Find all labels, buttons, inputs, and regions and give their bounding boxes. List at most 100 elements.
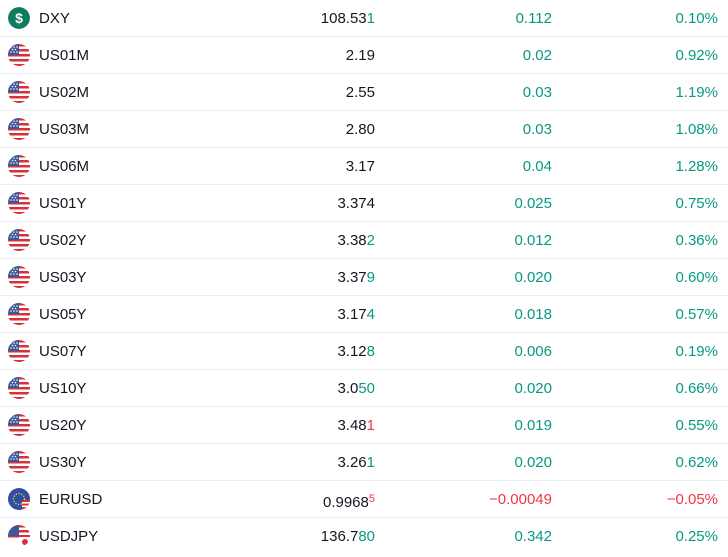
price-main: 3.48 bbox=[337, 417, 367, 434]
price-main: 3.37 bbox=[337, 269, 367, 286]
price-main: 3.26 bbox=[337, 454, 367, 471]
table-row[interactable]: US02Y 3.382 0.012 0.36% bbox=[0, 222, 728, 259]
last-price: 2.55 bbox=[346, 74, 375, 111]
us-flag-icon bbox=[8, 118, 30, 140]
symbol-label[interactable]: USDJPY bbox=[39, 518, 98, 555]
last-price: 3.374 bbox=[337, 185, 375, 222]
last-price: 3.481 bbox=[337, 407, 375, 444]
price-main: 136.7 bbox=[320, 528, 359, 545]
table-row[interactable]: US30Y 3.261 0.020 0.62% bbox=[0, 444, 728, 481]
change-percent: 1.08% bbox=[675, 121, 718, 138]
last-price: 108.531 bbox=[321, 0, 375, 37]
us-flag-icon bbox=[8, 303, 30, 325]
last-price: 2.80 bbox=[346, 111, 375, 148]
change-value: 0.342 bbox=[514, 528, 552, 545]
us-flag-icon bbox=[8, 377, 30, 399]
table-row[interactable]: USDJPY 136.780 0.342 0.25% bbox=[0, 518, 728, 555]
last-price: 2.19 bbox=[346, 37, 375, 74]
symbol-label[interactable]: US01Y bbox=[39, 185, 87, 222]
symbol-label[interactable]: US02M bbox=[39, 74, 89, 111]
last-price: 3.174 bbox=[337, 296, 375, 333]
dollar-icon: $ bbox=[8, 7, 30, 29]
price-tick-digit: 50 bbox=[358, 380, 375, 397]
symbol-label[interactable]: US03M bbox=[39, 111, 89, 148]
change-percent: 0.60% bbox=[675, 269, 718, 286]
us-flag-icon bbox=[8, 414, 30, 436]
symbol-label[interactable]: DXY bbox=[39, 0, 70, 37]
last-price: 3.382 bbox=[337, 222, 375, 259]
price-tick-digit: 80 bbox=[358, 528, 375, 545]
change-value: 0.006 bbox=[514, 343, 552, 360]
symbol-label[interactable]: US03Y bbox=[39, 259, 87, 296]
table-row[interactable]: US10Y 3.050 0.020 0.66% bbox=[0, 370, 728, 407]
price-main: 2.80 bbox=[345, 121, 375, 138]
us-flag-icon bbox=[8, 44, 30, 66]
change-percent: 0.57% bbox=[675, 306, 718, 323]
price-main: 3.374 bbox=[337, 195, 375, 212]
us-flag-icon bbox=[8, 451, 30, 473]
watchlist-table: $ DXY 108.531 0.112 0.10% US01M 2.19 0.02 0.92% U… bbox=[0, 0, 728, 557]
price-tick-digit: 8 bbox=[366, 343, 375, 360]
price-tick-digit: 4 bbox=[366, 306, 375, 323]
price-main: 3.0 bbox=[337, 380, 359, 397]
change-value: 0.025 bbox=[514, 195, 552, 212]
table-row[interactable]: US06M 3.17 0.04 1.28% bbox=[0, 148, 728, 185]
last-price: 0.99685 bbox=[323, 481, 375, 521]
change-percent: 0.19% bbox=[675, 343, 718, 360]
table-row[interactable]: $ DXY 108.531 0.112 0.10% bbox=[0, 0, 728, 37]
change-value: 0.020 bbox=[514, 269, 552, 286]
svg-text:$: $ bbox=[15, 10, 23, 26]
change-percent: 1.19% bbox=[675, 84, 718, 101]
table-row[interactable]: US02M 2.55 0.03 1.19% bbox=[0, 74, 728, 111]
table-row[interactable]: EURUSD 0.99685 −0.00049 −0.05% bbox=[0, 481, 728, 518]
price-main: 2.55 bbox=[345, 84, 375, 101]
change-value: 0.020 bbox=[514, 454, 552, 471]
symbol-label[interactable]: US06M bbox=[39, 148, 89, 185]
last-price: 3.050 bbox=[337, 370, 375, 407]
change-value: 0.02 bbox=[522, 47, 552, 64]
change-percent: 0.25% bbox=[675, 528, 718, 545]
change-percent: 0.36% bbox=[675, 232, 718, 249]
last-price: 136.780 bbox=[321, 518, 375, 555]
table-row[interactable]: US03Y 3.379 0.020 0.60% bbox=[0, 259, 728, 296]
last-price: 3.17 bbox=[346, 148, 375, 185]
symbol-label[interactable]: US20Y bbox=[39, 407, 87, 444]
table-row[interactable]: US03M 2.80 0.03 1.08% bbox=[0, 111, 728, 148]
eu-us-flag-icon bbox=[8, 488, 30, 510]
us-flag-icon bbox=[8, 192, 30, 214]
change-percent: 0.92% bbox=[675, 47, 718, 64]
price-main: 0.9968 bbox=[322, 494, 369, 511]
change-value: 0.018 bbox=[514, 306, 552, 323]
price-tick-digit: 1 bbox=[366, 10, 375, 27]
symbol-label[interactable]: US30Y bbox=[39, 444, 87, 481]
price-tick-digit: 2 bbox=[366, 232, 375, 249]
change-percent: 0.75% bbox=[675, 195, 718, 212]
table-row[interactable]: US07Y 3.128 0.006 0.19% bbox=[0, 333, 728, 370]
symbol-label[interactable]: US10Y bbox=[39, 370, 87, 407]
change-value: −0.00049 bbox=[489, 491, 552, 508]
price-tick-digit: 9 bbox=[366, 269, 375, 286]
change-value: 0.012 bbox=[514, 232, 552, 249]
change-value: 0.019 bbox=[514, 417, 552, 434]
table-row[interactable]: US20Y 3.481 0.019 0.55% bbox=[0, 407, 728, 444]
price-main: 3.17 bbox=[337, 306, 367, 323]
table-row[interactable]: US01M 2.19 0.02 0.92% bbox=[0, 37, 728, 74]
price-tick-digit: 1 bbox=[366, 417, 375, 434]
us-jp-flag-icon bbox=[8, 525, 30, 547]
change-value: 0.03 bbox=[522, 121, 552, 138]
price-tick-digit: 1 bbox=[366, 454, 375, 471]
us-flag-icon bbox=[8, 266, 30, 288]
price-main: 3.38 bbox=[337, 232, 367, 249]
table-row[interactable]: US05Y 3.174 0.018 0.57% bbox=[0, 296, 728, 333]
symbol-label[interactable]: US02Y bbox=[39, 222, 87, 259]
us-flag-icon bbox=[8, 155, 30, 177]
change-percent: 0.10% bbox=[675, 10, 718, 27]
symbol-label[interactable]: US05Y bbox=[39, 296, 87, 333]
change-percent: −0.05% bbox=[666, 491, 718, 508]
symbol-label[interactable]: US07Y bbox=[39, 333, 87, 370]
change-value: 0.04 bbox=[522, 158, 552, 175]
symbol-label[interactable]: US01M bbox=[39, 37, 89, 74]
table-row[interactable]: US01Y 3.374 0.025 0.75% bbox=[0, 185, 728, 222]
symbol-label[interactable]: EURUSD bbox=[39, 481, 102, 518]
us-flag-icon bbox=[8, 229, 30, 251]
